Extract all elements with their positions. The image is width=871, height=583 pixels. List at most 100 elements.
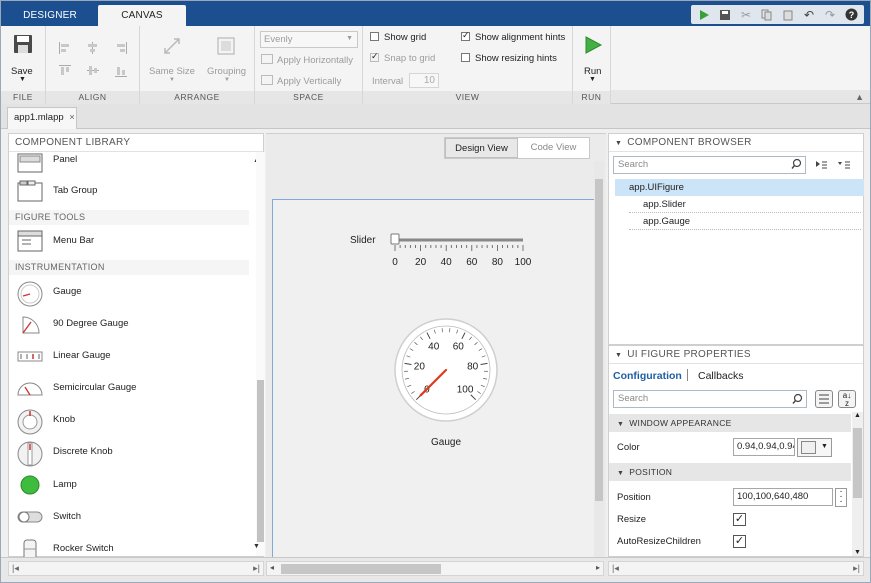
tree-item-slider[interactable]: app.Slider — [629, 196, 861, 213]
code-view-button[interactable]: Code View — [518, 138, 589, 158]
library-item-discrete-knob[interactable]: Discrete Knob — [9, 437, 249, 467]
snap-to-grid-checkbox[interactable]: Snap to grid — [370, 51, 435, 64]
slider-thumb[interactable] — [390, 233, 400, 245]
scroll-down-icon[interactable]: ▼ — [854, 549, 861, 556]
callbacks-tab[interactable]: Callbacks — [698, 370, 744, 382]
scroll-up-icon[interactable]: ▲ — [854, 412, 861, 419]
gauge[interactable]: 020406080100 — [393, 317, 499, 423]
autoresize-children-checkbox[interactable]: ✓ — [733, 535, 746, 548]
collapse-toolstrip-icon[interactable]: ▲ — [855, 92, 864, 102]
copy-icon[interactable] — [757, 6, 777, 23]
properties-scrollbar[interactable]: ▲ ▼ — [852, 412, 863, 556]
collapse-tree-icon[interactable] — [837, 159, 851, 174]
library-item-lamp[interactable]: Lamp — [9, 470, 249, 500]
scroll-left-icon[interactable]: ◂ — [270, 563, 274, 572]
paste-icon[interactable] — [778, 6, 798, 23]
design-view-button[interactable]: Design View — [445, 138, 518, 158]
ui-figure[interactable]: Slider 020406080100 020406080100 Gauge — [272, 199, 594, 557]
canvas-vertical-scrollbar[interactable] — [594, 161, 604, 557]
help-icon[interactable]: ? — [841, 6, 861, 23]
color-field[interactable]: 0.94,0.94,0.94 — [733, 438, 795, 456]
slider[interactable]: 0 20 40 60 80 100 — [383, 230, 533, 270]
show-resizing-hints-checkbox[interactable]: Show resizing hints — [461, 53, 557, 64]
interval-field[interactable]: 10 — [409, 73, 439, 88]
properties-header[interactable]: ▼ UI FIGURE PROPERTIES — [609, 346, 863, 364]
show-alignment-hints-check[interactable] — [461, 30, 470, 41]
close-tab-icon[interactable]: × — [69, 112, 75, 123]
component-browser-header[interactable]: ▼ COMPONENT BROWSER — [609, 134, 863, 152]
align-right-icon[interactable] — [114, 41, 128, 58]
snap-to-grid-check[interactable] — [370, 51, 379, 62]
tree-item-uifigure[interactable]: app.UIFigure — [615, 179, 864, 196]
position-section[interactable]: ▼ POSITION — [609, 463, 851, 481]
position-field[interactable]: 100,100,640,480 — [733, 488, 833, 506]
document-tab[interactable]: app1.mlapp × — [7, 107, 77, 129]
align-top-icon[interactable] — [58, 64, 72, 81]
canvas-horizontal-scrollbar[interactable]: ◂ ▸ — [266, 561, 604, 576]
autoresize-label: AutoResizeChildren — [617, 536, 701, 547]
collapse-icon: ▼ — [615, 140, 623, 147]
tab-designer[interactable]: DESIGNER — [5, 5, 95, 26]
run-dropdown-icon[interactable]: ▼ — [589, 76, 596, 83]
expand-tree-icon[interactable] — [814, 159, 828, 174]
apply-vertically-button[interactable]: Apply Vertically — [261, 75, 341, 87]
library-item-linear-gauge[interactable]: Linear Gauge — [9, 341, 249, 371]
configuration-tab[interactable]: Configuration — [613, 370, 682, 382]
show-resizing-hints-check[interactable] — [461, 53, 470, 62]
library-item-semicircular-gauge[interactable]: Semicircular Gauge — [9, 373, 249, 403]
sort-az-button[interactable]: a↓ z — [838, 390, 856, 408]
align-middle-icon[interactable] — [86, 64, 100, 81]
window-appearance-section[interactable]: ▼ WINDOW APPEARANCE — [609, 414, 851, 432]
run-quick-icon[interactable] — [694, 6, 714, 23]
distribute-horizontal-icon — [261, 54, 273, 64]
library-scrollbar[interactable] — [256, 152, 265, 556]
same-size-dropdown-icon[interactable]: ▼ — [169, 77, 175, 83]
same-size-button[interactable]: Same Size — [149, 66, 195, 77]
component-search-input[interactable]: Search — [613, 156, 806, 174]
tree-item-gauge[interactable]: app.Gauge — [629, 213, 861, 230]
show-alignment-hints-checkbox[interactable]: Show alignment hints — [461, 30, 565, 43]
grouping-button[interactable]: Grouping — [207, 66, 246, 77]
scroll-last-icon[interactable]: ▸| — [253, 563, 260, 574]
scroll-first-icon[interactable]: |◂ — [12, 563, 19, 574]
scroll-first-icon[interactable]: |◂ — [612, 563, 619, 574]
redo-icon[interactable]: ↷ — [820, 6, 840, 23]
undo-icon[interactable]: ↶ — [799, 6, 819, 23]
position-options-icon[interactable]: · · · — [835, 487, 847, 507]
grouping-dropdown-icon[interactable]: ▼ — [224, 77, 230, 83]
library-item-gauge[interactable]: Gauge — [9, 277, 249, 307]
canvas-horizontal-scroll-thumb[interactable] — [281, 564, 441, 574]
space-mode-dropdown[interactable]: Evenly ▼ — [260, 31, 358, 48]
show-grid-check[interactable] — [370, 32, 379, 41]
scroll-down-icon[interactable]: ▼ — [253, 543, 260, 550]
cut-icon[interactable]: ✂ — [736, 6, 756, 23]
save-dropdown-icon[interactable]: ▼ — [19, 76, 26, 83]
scroll-right-icon[interactable]: ▸ — [596, 563, 600, 572]
save-quick-icon[interactable] — [715, 6, 735, 23]
align-left-icon[interactable] — [58, 41, 72, 58]
properties-scroll-thumb[interactable] — [853, 428, 862, 498]
library-item-menu-bar[interactable]: Menu Bar — [9, 226, 249, 256]
library-item-switch[interactable]: Switch — [9, 502, 249, 532]
color-picker-button[interactable]: ▼ — [797, 438, 832, 457]
library-item-tab-group[interactable]: Tab Group — [9, 176, 249, 206]
show-grid-checkbox[interactable]: Show grid — [370, 32, 426, 43]
properties-horizontal-scrollbar[interactable]: |◂ ▸| — [608, 561, 864, 576]
resize-checkbox[interactable]: ✓ — [733, 513, 746, 526]
align-center-icon[interactable] — [86, 41, 100, 58]
collapse-icon: ▼ — [617, 470, 625, 477]
library-item-knob[interactable]: Knob — [9, 405, 249, 435]
library-item-panel[interactable]: Panel — [9, 152, 249, 176]
library-scroll-thumb[interactable] — [257, 380, 264, 542]
apply-horizontally-button[interactable]: Apply Horizontally — [261, 54, 353, 66]
library-item-label: 90 Degree Gauge — [53, 318, 129, 329]
library-item-90-degree-gauge[interactable]: 90 Degree Gauge — [9, 309, 249, 339]
library-horizontal-scrollbar[interactable]: |◂ ▸| — [8, 561, 264, 576]
scroll-last-icon[interactable]: ▸| — [853, 563, 860, 574]
canvas-vertical-scroll-thumb[interactable] — [595, 179, 603, 501]
property-search-input[interactable]: Search — [613, 390, 807, 408]
group-view-button[interactable] — [815, 390, 833, 408]
align-bottom-icon[interactable] — [114, 64, 128, 81]
tab-canvas[interactable]: CANVAS — [98, 5, 186, 26]
library-item-rocker-switch[interactable]: Rocker Switch — [9, 534, 249, 558]
